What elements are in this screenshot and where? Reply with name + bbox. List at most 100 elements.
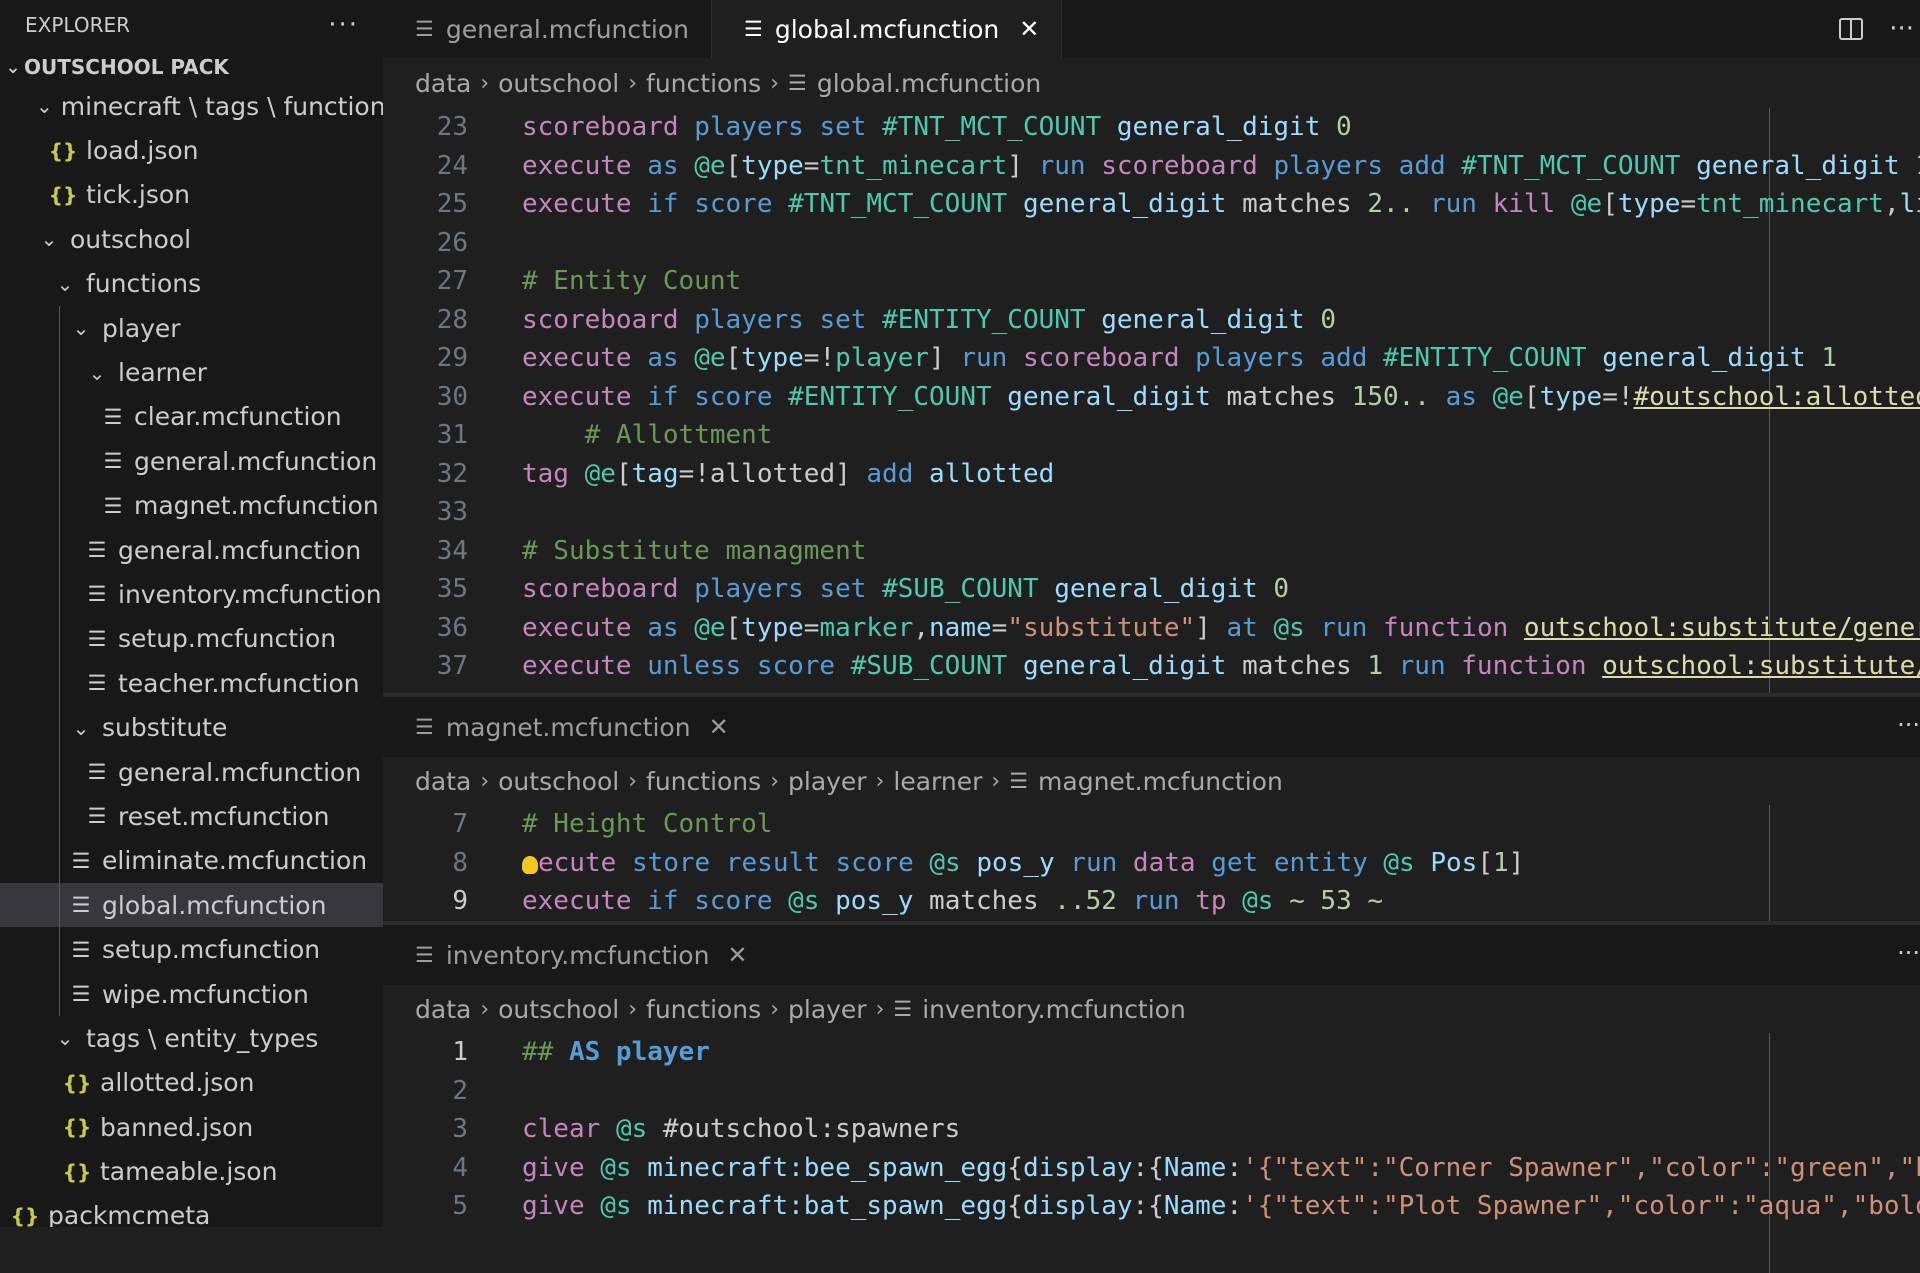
breadcrumb-item[interactable]: learner — [893, 767, 982, 796]
tree-label: magnet.mcfunction — [134, 491, 379, 521]
tree-label: outschool — [70, 224, 192, 254]
indent-guide — [59, 749, 60, 795]
close-icon[interactable]: ✕ — [727, 941, 747, 969]
lines-file-icon: ☰ — [415, 17, 434, 41]
more-actions-icon[interactable]: ··· — [1889, 14, 1914, 44]
tree-file-player-inventory[interactable]: ☰ inventory.mcfunction — [0, 572, 383, 617]
code-line: 2 — [452, 1075, 468, 1106]
code-line: 25 execute if score #TNT_MCT_COUNT genera… — [436, 189, 1920, 219]
breadcrumb-item[interactable]: data — [415, 767, 471, 796]
tab-label: global.mcfunction — [774, 14, 1000, 44]
close-icon[interactable]: ✕ — [1019, 15, 1039, 43]
code-editor-magnet[interactable]: 7 # Height Control 8 ecute store result sc… — [383, 805, 1920, 921]
code-line: 23 scoreboard players set #TNT_MCT_COUNT … — [436, 112, 1352, 142]
breadcrumb-item[interactable]: player — [788, 995, 867, 1024]
tree-file-tameable-json[interactable]: {} tameable.json — [0, 1149, 383, 1193]
lines-file-icon: ☰ — [71, 848, 91, 873]
breadcrumb-item[interactable]: outschool — [498, 69, 619, 98]
tree-file-allotted-json[interactable]: {} allotted.json — [0, 1061, 383, 1105]
code-line: 32 tag @e[tag=!allotted] add allotted — [436, 458, 1055, 489]
close-icon[interactable]: ✕ — [709, 713, 729, 741]
indent-guide — [59, 394, 60, 440]
braces-json-icon: {} — [48, 182, 78, 207]
tree-folder-tags-entity-types[interactable]: ⌄ tags \ entity_types — [0, 1016, 383, 1060]
code-line: 26 — [436, 227, 468, 258]
breadcrumb-item[interactable]: inventory.mcfunction — [922, 995, 1186, 1024]
tree-folder-minecraft-tags[interactable]: ⌄ minecraft \ tags \ functions — [0, 84, 383, 128]
breadcrumb-item[interactable]: outschool — [498, 767, 619, 796]
lines-file-icon: ☰ — [103, 493, 123, 518]
indent-guide — [59, 350, 60, 395]
breadcrumb-item[interactable]: global.mcfunction — [817, 69, 1041, 98]
tree-file-pack-mcmeta[interactable]: {} packmcmeta — [0, 1194, 383, 1227]
tree-file-global[interactable]: ☰ global.mcfunction — [0, 883, 383, 928]
tab-magnet[interactable]: ☰ magnet.mcfunction ✕ — [383, 697, 751, 757]
chevron-right-icon: › — [770, 996, 779, 1022]
tab-label: magnet.mcfunction — [445, 712, 691, 742]
tree-folder-learner[interactable]: ⌄ learner — [0, 350, 383, 395]
lines-file-icon: ☰ — [415, 715, 434, 739]
indent-guide — [59, 572, 60, 617]
breadcrumb-item[interactable]: outschool — [498, 995, 619, 1024]
chevron-down-icon: ⌄ — [40, 227, 58, 252]
tree-label: setup.mcfunction — [118, 624, 337, 654]
braces-json-icon: {} — [10, 1203, 40, 1227]
tree-label: clear.mcfunction — [134, 402, 342, 432]
lines-file-icon: ☰ — [788, 71, 807, 95]
tree-file-load-json[interactable]: {} load.json — [0, 128, 383, 172]
tree-file-banned-json[interactable]: {} banned.json — [0, 1105, 383, 1149]
code-editor-inventory[interactable]: 1 ## AS player 2 3 clear @s #outschool:spa… — [383, 1033, 1920, 1273]
more-actions-icon[interactable]: ··· — [1897, 711, 1920, 739]
split-editor-icon[interactable] — [1839, 18, 1864, 40]
chevron-right-icon: › — [875, 768, 885, 794]
code-line: 34 # Substitute managment — [436, 535, 867, 566]
more-actions-icon[interactable]: ··· — [328, 10, 359, 40]
tree-label: player — [102, 313, 181, 343]
breadcrumb-item[interactable]: data — [415, 69, 471, 98]
tree-folder-functions[interactable]: ⌄ functions — [0, 262, 383, 306]
tree-folder-outschool[interactable]: ⌄ outschool — [0, 217, 383, 261]
tree-file-substitute-reset[interactable]: ☰ reset.mcfunction — [0, 794, 383, 839]
workspace-section-header[interactable]: ⌄ OUTSCHOOL PACK — [0, 50, 383, 84]
tree-file-player-teacher[interactable]: ☰ teacher.mcfunction — [0, 661, 383, 706]
more-actions-icon[interactable]: ··· — [1897, 939, 1920, 967]
tree-file-setup[interactable]: ☰ setup.mcfunction — [0, 927, 383, 972]
tree-label: global.mcfunction — [102, 890, 327, 920]
tree-file-learner-general[interactable]: ☰ general.mcfunction — [0, 439, 383, 484]
code-editor-global[interactable]: 23 scoreboard players set #TNT_MCT_COUNT … — [383, 108, 1920, 693]
tab-label: general.mcfunction — [445, 14, 690, 44]
tree-file-eliminate[interactable]: ☰ eliminate.mcfunction — [0, 838, 383, 884]
tab-general[interactable]: ☰ general.mcfunction — [383, 0, 713, 58]
tree-folder-substitute[interactable]: ⌄ substitute — [0, 705, 383, 750]
breadcrumb-item[interactable]: functions — [646, 995, 761, 1024]
tab-inventory[interactable]: ☰ inventory.mcfunction ✕ — [383, 925, 770, 985]
tree-file-player-general[interactable]: ☰ general.mcfunction — [0, 527, 383, 573]
code-line: 27 # Entity Count — [436, 266, 742, 296]
tree-folder-player[interactable]: ⌄ player — [0, 305, 383, 351]
tree-file-player-setup[interactable]: ☰ setup.mcfunction — [0, 616, 383, 662]
chevron-right-icon: › — [480, 768, 490, 794]
code-line: 37 execute unless score #SUB_COUNT genera… — [436, 651, 1920, 681]
lightbulb-icon[interactable] — [522, 855, 538, 874]
tree-label: tick.json — [86, 180, 191, 210]
lines-file-icon: ☰ — [87, 538, 107, 563]
tree-file-learner-magnet[interactable]: ☰ magnet.mcfunction — [0, 483, 383, 528]
braces-json-icon: {} — [62, 1115, 92, 1140]
tree-file-wipe[interactable]: ☰ wipe.mcfunction — [0, 971, 383, 1017]
lines-file-icon: ☰ — [744, 17, 763, 41]
breadcrumb-item[interactable]: data — [415, 995, 471, 1024]
code-line: 9 execute if score @s pos_y matches ..52 … — [452, 886, 1384, 916]
breadcrumb: data › outschool › functions › player › … — [383, 985, 1920, 1033]
tree-file-substitute-general[interactable]: ☰ general.mcfunction — [0, 749, 383, 795]
tree-file-learner-clear[interactable]: ☰ clear.mcfunction — [0, 394, 383, 440]
breadcrumb-item[interactable]: player — [788, 767, 867, 796]
lines-file-icon: ☰ — [103, 404, 123, 429]
breadcrumb-item[interactable]: magnet.mcfunction — [1038, 767, 1283, 796]
tab-global[interactable]: ☰ global.mcfunction ✕ — [712, 0, 1063, 58]
tree-file-tick-json[interactable]: {} tick.json — [0, 173, 383, 217]
magnet-tabbar: ☰ magnet.mcfunction ✕ ··· — [383, 697, 1920, 757]
breadcrumb-item[interactable]: functions — [646, 767, 761, 796]
tree-label: wipe.mcfunction — [102, 979, 309, 1009]
indent-guide — [59, 305, 60, 351]
breadcrumb-item[interactable]: functions — [646, 69, 761, 98]
